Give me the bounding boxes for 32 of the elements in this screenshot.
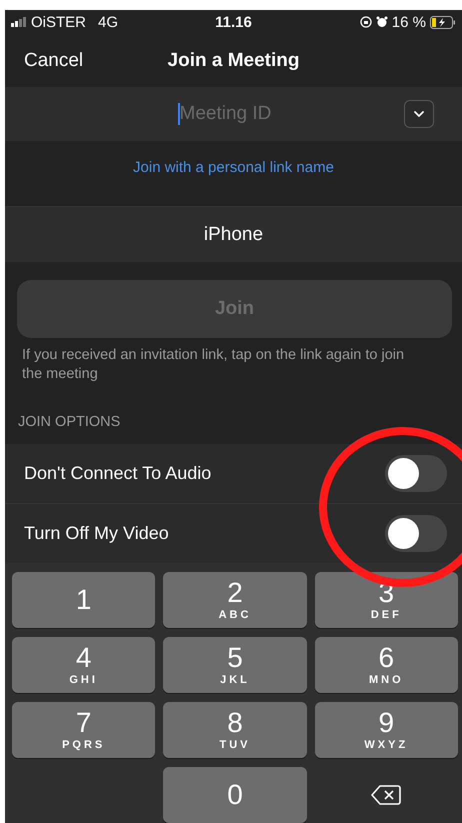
dropdown-button[interactable]: [404, 100, 434, 128]
status-time: 11.16: [215, 14, 252, 31]
rotation-lock-icon: [360, 16, 372, 28]
battery-charging-icon: [430, 16, 456, 29]
name-field[interactable]: iPhone: [5, 206, 462, 262]
alarm-clock-icon: [376, 16, 388, 28]
battery-percent: 16 %: [392, 14, 426, 31]
keypad-key[interactable]: 7 PQRS: [12, 702, 156, 758]
keypad-key[interactable]: 8 TUV: [163, 702, 307, 758]
toggle-switch[interactable]: [385, 515, 447, 552]
backspace-icon: [371, 784, 402, 806]
keypad-key[interactable]: 5 JKL: [163, 637, 307, 693]
chevron-down-icon: [413, 110, 425, 118]
text-cursor: [178, 103, 180, 126]
keypad-key[interactable]: 6 MNO: [314, 637, 458, 693]
signal-icon: [11, 17, 27, 28]
keypad-key[interactable]: 9 WXYZ: [314, 702, 458, 758]
keypad-key[interactable]: 4 GHI: [12, 637, 156, 693]
toggle-switch[interactable]: [385, 455, 447, 492]
screen-title: Join a Meeting: [168, 50, 300, 72]
meeting-id-field[interactable]: Meeting ID: [180, 103, 290, 126]
carrier-name: OiSTER: [31, 14, 86, 31]
option-label: Don't Connect To Audio: [24, 463, 212, 484]
invitation-hint: If you received an invitation link, tap on the link again to join the meeting: [22, 346, 406, 384]
keypad-key[interactable]: 1: [12, 572, 156, 628]
option-label: Turn Off My Video: [24, 523, 169, 544]
keypad-key[interactable]: 0: [163, 767, 307, 823]
keypad-key[interactable]: 2 ABC: [163, 572, 307, 628]
join-options-header: JOIN OPTIONS: [18, 414, 122, 432]
network-type: 4G: [98, 14, 118, 31]
cancel-button[interactable]: Cancel: [5, 50, 84, 72]
personal-link-name-link[interactable]: Join with a personal link name: [133, 159, 334, 176]
